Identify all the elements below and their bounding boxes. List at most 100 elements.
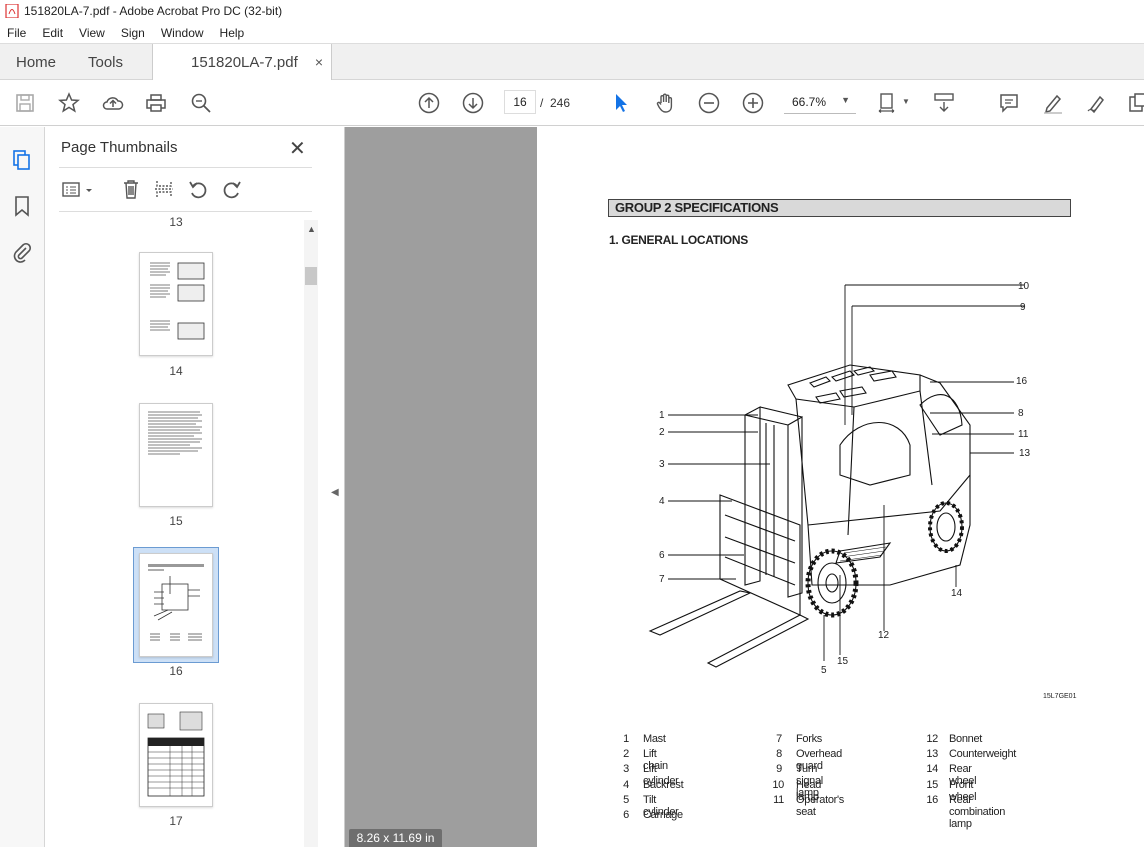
hand-tool-icon[interactable] xyxy=(653,91,677,115)
page-fit-chevron-icon[interactable]: ▼ xyxy=(902,97,910,106)
legend-number: 3 xyxy=(623,763,629,775)
legend-name: Counterweight xyxy=(949,748,1017,760)
menu-view[interactable]: View xyxy=(71,26,113,40)
thumbnail-label: 17 xyxy=(169,814,183,828)
extract-pages-icon[interactable] xyxy=(153,178,175,200)
comment-icon[interactable] xyxy=(997,91,1021,115)
menu-sign[interactable]: Sign xyxy=(113,26,153,40)
callout-label: 2 xyxy=(659,427,665,438)
bookmarks-icon[interactable] xyxy=(12,195,32,217)
delete-icon[interactable] xyxy=(120,178,142,200)
section-heading: 1. GENERAL LOCATIONS xyxy=(609,233,748,247)
window-title: 151820LA-7.pdf - Adobe Acrobat Pro DC (3… xyxy=(24,4,283,18)
scroll-mode-icon[interactable] xyxy=(932,91,956,115)
legend-number: 5 xyxy=(623,794,629,806)
page-fit-icon[interactable] xyxy=(876,91,900,115)
page-thumbnail-selected[interactable] xyxy=(139,553,213,657)
tab-home[interactable]: Home xyxy=(16,44,56,81)
toolbar xyxy=(0,80,1144,126)
rotate-clockwise-icon[interactable] xyxy=(221,178,243,200)
callout-label: 3 xyxy=(659,459,665,470)
callout-label: 12 xyxy=(878,630,890,641)
panel-title: Page Thumbnails xyxy=(61,139,178,156)
callout-label: 15 xyxy=(837,656,849,667)
callout-label: 16 xyxy=(1016,376,1028,387)
close-icon[interactable]: ✕ xyxy=(289,136,306,161)
legend-number: 7 xyxy=(776,733,782,745)
page-number-input[interactable]: 16 xyxy=(504,90,536,114)
legend-number: 6 xyxy=(623,809,629,821)
draw-sign-icon[interactable] xyxy=(1085,91,1109,115)
callout-label: 14 xyxy=(951,588,963,599)
legend-number: 9 xyxy=(776,763,782,775)
page-separator: / xyxy=(540,96,544,110)
legend-number: 4 xyxy=(623,779,629,791)
callout-label: 6 xyxy=(659,550,665,561)
legend-number: 12 xyxy=(926,733,938,745)
pdf-app-icon xyxy=(5,4,19,18)
zoom-search-icon[interactable] xyxy=(189,91,213,115)
legend-number: 10 xyxy=(772,779,784,791)
legend-name: Carriage xyxy=(643,809,683,821)
menu-file[interactable]: File xyxy=(0,26,34,40)
previous-page-icon[interactable] xyxy=(417,91,441,115)
thumbnail-options-icon[interactable] xyxy=(61,180,97,200)
tab-tools[interactable]: Tools xyxy=(88,44,123,81)
tab-close-icon[interactable]: × xyxy=(315,54,323,70)
page-thumbnail[interactable] xyxy=(139,703,213,807)
callout-label: 13 xyxy=(1019,448,1031,459)
navigation-rail xyxy=(0,127,45,847)
page-thumbnails-icon[interactable] xyxy=(11,149,33,171)
page-preview xyxy=(148,411,202,455)
tab-bar: Home Tools 151820LA-7.pdf × xyxy=(0,43,1144,81)
forklift-illustration xyxy=(648,284,1024,668)
scrollbar-thumb[interactable] xyxy=(305,267,317,285)
bookmark-star-icon[interactable] xyxy=(57,91,81,115)
collapse-panel-icon[interactable]: ◀ xyxy=(331,487,339,498)
legend-name: Forks xyxy=(796,733,823,745)
legend-number: 16 xyxy=(926,794,938,806)
panel-splitter[interactable]: ◀ xyxy=(325,127,345,847)
callout-label: 10 xyxy=(1018,281,1030,292)
save-icon[interactable] xyxy=(13,91,37,115)
next-page-icon[interactable] xyxy=(461,91,485,115)
page-thumbnail[interactable] xyxy=(139,252,213,356)
menu-window[interactable]: Window xyxy=(153,26,212,40)
group-heading: GROUP 2 SPECIFICATIONS xyxy=(608,199,1071,217)
more-tools-icon[interactable] xyxy=(1126,91,1144,115)
legend-number: 2 xyxy=(623,748,629,760)
legend-name: Mast xyxy=(643,733,666,745)
callout-label: 7 xyxy=(659,574,665,585)
tab-document[interactable]: 151820LA-7.pdf × xyxy=(152,44,332,81)
total-pages: 246 xyxy=(550,96,571,110)
scroll-up-icon[interactable]: ▲ xyxy=(307,224,316,234)
page-preview xyxy=(150,262,205,340)
callout-label: 11 xyxy=(1018,429,1029,440)
highlight-pen-icon[interactable] xyxy=(1041,91,1065,115)
menu-edit[interactable]: Edit xyxy=(34,26,71,40)
attachments-icon[interactable] xyxy=(11,241,33,263)
select-cursor-icon[interactable] xyxy=(609,91,633,115)
rotate-counterclockwise-icon[interactable] xyxy=(187,178,209,200)
callout-label: 1 xyxy=(659,410,665,421)
print-icon[interactable] xyxy=(144,91,168,115)
thumbnail-label: 14 xyxy=(169,364,183,378)
zoom-level-value: 66.7% xyxy=(792,94,827,109)
legend-name: Operator's seat xyxy=(796,794,845,818)
zoom-in-icon[interactable] xyxy=(741,91,765,115)
figure-code: 15L7GE01 xyxy=(1043,693,1077,700)
callout-label: 8 xyxy=(1018,408,1024,419)
legend-name: Rear combination lamp xyxy=(949,794,1006,830)
menu-help[interactable]: Help xyxy=(212,26,253,40)
callout-label: 9 xyxy=(1020,302,1026,313)
page-preview xyxy=(147,711,205,797)
upload-cloud-icon[interactable] xyxy=(101,91,125,115)
thumbnail-scrollbar[interactable]: ▲ xyxy=(304,220,318,847)
page-thumbnail[interactable] xyxy=(139,403,213,507)
page-size-indicator: 8.26 x 11.69 in xyxy=(349,829,442,847)
legend-number: 11 xyxy=(773,794,784,806)
thumbnail-label: 15 xyxy=(169,514,183,528)
divider xyxy=(59,211,312,212)
zoom-out-icon[interactable] xyxy=(697,91,721,115)
zoom-level-dropdown[interactable]: 66.7% ▼ xyxy=(784,90,856,114)
